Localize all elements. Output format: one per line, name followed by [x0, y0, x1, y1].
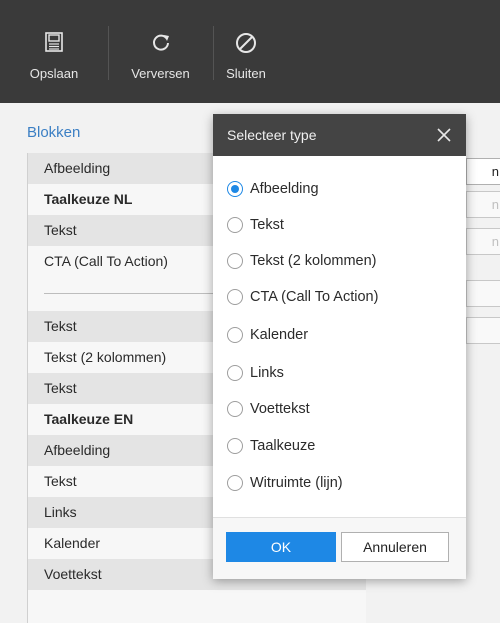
ok-button[interactable]: OK: [226, 532, 336, 562]
radio-option-cta[interactable]: CTA (Call To Action): [227, 288, 457, 310]
refresh-icon: [151, 32, 171, 55]
panel-title: Blokken: [27, 124, 81, 141]
radio-option-witruimte[interactable]: Witruimte (lijn): [227, 474, 457, 496]
close-icon[interactable]: [434, 125, 454, 145]
save-icon: [45, 32, 63, 55]
radio-button[interactable]: [227, 401, 243, 417]
radio-option-kalender[interactable]: Kalender: [227, 326, 457, 348]
radio-button[interactable]: [227, 289, 243, 305]
action-button-empty[interactable]: [466, 317, 500, 344]
close-button[interactable]: Sluiten: [214, 0, 278, 103]
toolbar: Opslaan Verversen Sluiten: [0, 0, 500, 103]
action-button-disabled: n: [466, 228, 500, 255]
dialog-header: Selecteer type: [213, 114, 466, 156]
radio-label: Taalkeuze: [250, 438, 316, 454]
action-button[interactable]: n: [466, 158, 500, 185]
radio-button[interactable]: [227, 438, 243, 454]
radio-label: Kalender: [250, 327, 309, 343]
radio-button[interactable]: [227, 181, 243, 197]
radio-button[interactable]: [227, 365, 243, 381]
radio-option-links[interactable]: Links: [227, 364, 457, 386]
cancel-button[interactable]: Annuleren: [341, 532, 449, 562]
dialog-footer: OK Annuleren: [213, 517, 466, 579]
radio-label: Tekst: [250, 217, 284, 233]
close-label: Sluiten: [226, 66, 266, 81]
select-type-dialog: Selecteer type Afbeelding Tekst Tekst (2…: [213, 114, 466, 579]
prohibited-icon: [235, 32, 257, 57]
radio-option-taalkeuze[interactable]: Taalkeuze: [227, 437, 457, 459]
radio-button[interactable]: [227, 475, 243, 491]
radio-button[interactable]: [227, 217, 243, 233]
radio-label: Voettekst: [250, 401, 310, 417]
radio-label: Afbeelding: [250, 181, 319, 197]
radio-label: Witruimte (lijn): [250, 475, 343, 491]
radio-option-afbeelding[interactable]: Afbeelding: [227, 180, 457, 202]
radio-button[interactable]: [227, 253, 243, 269]
radio-option-tekst-2-kolommen[interactable]: Tekst (2 kolommen): [227, 252, 457, 274]
save-label: Opslaan: [29, 66, 79, 81]
radio-label: CTA (Call To Action): [250, 289, 379, 305]
refresh-button[interactable]: Verversen: [109, 0, 212, 103]
radio-label: Tekst (2 kolommen): [250, 253, 377, 269]
action-button-empty[interactable]: [466, 280, 500, 307]
radio-button[interactable]: [227, 327, 243, 343]
radio-label: Links: [250, 365, 284, 381]
radio-option-tekst[interactable]: Tekst: [227, 216, 457, 238]
save-button[interactable]: Opslaan: [0, 0, 108, 103]
refresh-label: Verversen: [131, 66, 190, 81]
action-button-disabled: n: [466, 191, 500, 218]
dialog-title: Selecteer type: [227, 127, 317, 143]
radio-option-voettekst[interactable]: Voettekst: [227, 400, 457, 422]
